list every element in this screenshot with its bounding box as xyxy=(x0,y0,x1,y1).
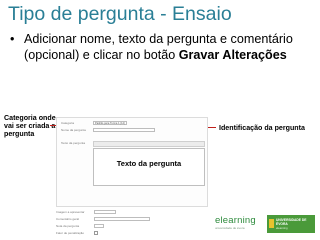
penalty-label: Fator de penalização xyxy=(56,231,85,235)
elearning-logo: elearning universidade de évora xyxy=(213,213,261,235)
question-form: Categoria Padrão para Turma 1 (14) Nome … xyxy=(56,117,208,207)
category-select[interactable]: Padrão para Turma 1 (14) xyxy=(93,121,127,125)
question-text-callout: Texto da pergunta xyxy=(116,159,182,168)
grade-input[interactable] xyxy=(94,224,104,228)
penalty-checkbox[interactable] xyxy=(94,231,98,235)
callout-identification: Identificação da pergunta xyxy=(219,124,305,132)
elearning-wordmark: elearning xyxy=(215,215,256,226)
image-select[interactable] xyxy=(94,210,116,214)
feedback-label: Comentário geral xyxy=(56,217,80,221)
slide-title: Tipo de pergunta - Ensaio xyxy=(8,3,232,25)
instruction-bullet: • Adicionar nome, texto da pergunta e co… xyxy=(10,31,310,63)
elearning-subtitle: universidade de évora xyxy=(215,226,245,230)
bullet-dot: • xyxy=(10,32,15,46)
name-input[interactable] xyxy=(93,128,155,132)
university-logo: UNIVERSIDADE DE ÉVORA elearning xyxy=(267,215,315,233)
question-text-editor[interactable]: Texto da pergunta xyxy=(93,148,205,186)
university-subtitle: elearning xyxy=(276,226,288,230)
image-label: Imagem a apresentar xyxy=(56,210,85,214)
feedback-input[interactable] xyxy=(94,217,150,221)
name-label: Nome da pergunta xyxy=(61,128,86,132)
university-name: UNIVERSIDADE DE ÉVORA xyxy=(276,218,307,226)
callout-category: Categoria onde vai ser criada a pergunta xyxy=(4,114,56,139)
lower-form: Imagem a apresentar Comentário geral Not… xyxy=(56,208,206,240)
bullet-bold-text: Gravar Alterações xyxy=(178,48,287,62)
university-emblem-icon xyxy=(269,219,274,228)
category-select-value: Padrão para Turma 1 (14) xyxy=(95,122,125,125)
editor-toolbar[interactable] xyxy=(93,141,205,155)
category-label: Categoria xyxy=(61,121,75,125)
question-text-label: Texto da pergunta xyxy=(61,141,86,145)
grade-label: Nota da pergunta xyxy=(56,224,80,228)
